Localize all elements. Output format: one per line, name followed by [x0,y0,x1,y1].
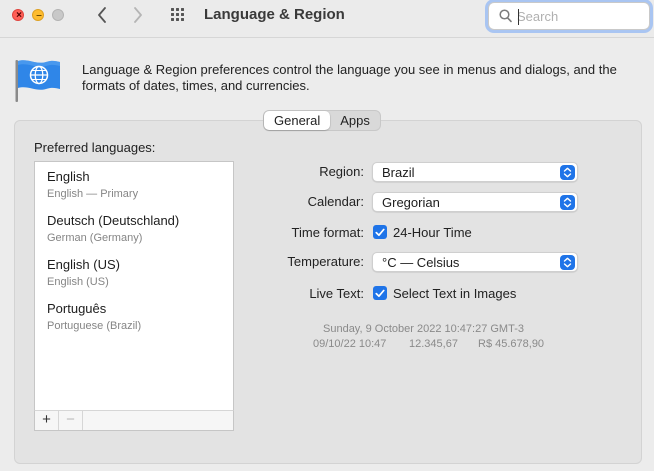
tab-apps[interactable]: Apps [330,111,380,130]
chevron-right-icon [134,7,142,23]
remove-language-button[interactable]: − [59,411,83,430]
language-name: Português [47,301,107,316]
time-format-checkbox[interactable] [373,225,387,239]
sample-long-date: Sunday, 9 October 2022 10:47:27 GMT-3 [323,323,524,335]
show-all-button[interactable] [168,5,190,25]
sample-short-date: 09/10/22 10:47 [313,338,387,350]
language-name: English (US) [47,257,120,272]
close-icon: × [16,10,22,21]
language-subtitle: Portuguese (Brazil) [47,320,142,332]
time-format-label: Time format: [291,225,364,240]
region-value: Brazil [382,165,415,180]
close-window-button[interactable]: × [12,9,24,21]
language-subtitle: German (Germany) [47,232,143,244]
description-text: Language & Region preferences control th… [82,62,617,93]
tab-general[interactable]: General [264,111,331,130]
updown-chevron-icon [560,255,575,270]
back-button[interactable] [90,3,114,27]
preferred-languages-label: Preferred languages: [34,140,156,155]
live-text-checkbox[interactable] [373,286,387,300]
language-subtitle: English (US) [47,276,109,288]
region-popup[interactable]: Brazil [372,162,578,182]
forward-button[interactable] [126,3,150,27]
sample-number: 12.345,67 [409,338,458,350]
temperature-label: Temperature: [287,254,364,269]
live-text-label: Live Text: [309,286,364,301]
calendar-popup[interactable]: Gregorian [372,192,578,212]
language-name: English [47,169,90,184]
language-subtitle: English — Primary [47,188,139,200]
list-toolbar: + − [34,410,234,431]
list-item[interactable]: English English — Primary [47,169,138,201]
calendar-value: Gregorian [382,195,440,210]
temperature-popup[interactable]: °C — Celsius [372,252,578,272]
updown-chevron-icon [560,165,575,180]
sample-currency: R$ 45.678,90 [478,338,545,350]
region-label: Region: [319,164,364,179]
title-bar: × – Language & Region [0,0,654,38]
list-item[interactable]: English (US) English (US) [47,257,120,289]
text-cursor [518,9,519,25]
updown-chevron-icon [560,195,575,210]
add-language-button[interactable]: + [35,411,59,430]
search-field[interactable] [488,2,650,30]
tab-bar: General Apps [263,110,381,131]
language-name: Deutsch (Deutschland) [47,213,180,228]
calendar-label: Calendar: [307,194,364,209]
minimize-icon: – [36,10,42,21]
list-item[interactable]: Português Portuguese (Brazil) [47,301,141,333]
chevron-left-icon [98,7,106,23]
search-icon [499,9,512,23]
checkmark-icon [375,289,385,297]
checkmark-icon [375,228,385,236]
grid-icon [171,8,184,21]
list-item[interactable]: Deutsch (Deutschland) German (Germany) [47,213,179,245]
search-input[interactable] [517,7,642,25]
live-text-text: Select Text in Images [393,286,517,301]
minimize-window-button[interactable]: – [32,9,44,21]
temperature-value: °C — Celsius [382,255,460,270]
language-list[interactable]: English English — Primary Deutsch (Deuts… [34,161,234,411]
window-title: Language & Region [204,6,345,23]
zoom-window-button[interactable] [52,9,64,21]
time-format-text: 24-Hour Time [393,225,472,240]
globe-flag-icon [15,60,60,102]
